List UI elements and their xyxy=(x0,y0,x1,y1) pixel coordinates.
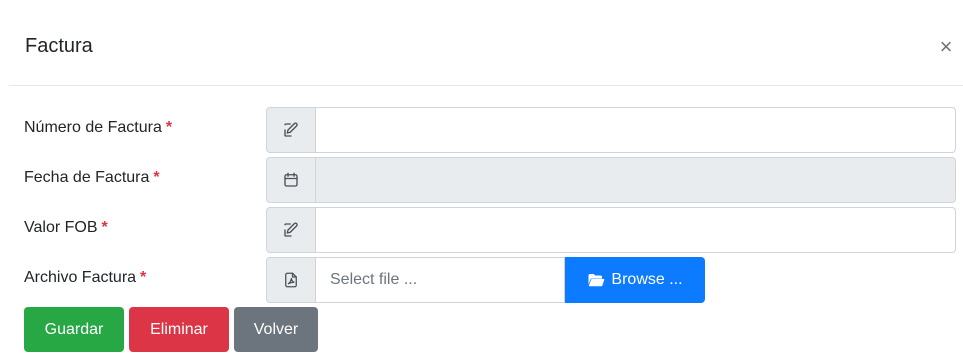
invoice-date-input[interactable] xyxy=(316,157,956,203)
required-marker: * xyxy=(101,219,108,236)
file-caption[interactable]: Select file ... xyxy=(316,257,565,303)
invoice-date-label: Fecha de Factura * xyxy=(24,169,160,186)
pdf-file-icon xyxy=(266,257,316,303)
edit-icon xyxy=(266,107,316,153)
calendar-icon xyxy=(266,157,316,203)
browse-label: Browse ... xyxy=(611,271,683,288)
invoice-number-label: Número de Factura * xyxy=(24,119,173,136)
required-marker: * xyxy=(140,269,147,286)
invoice-file-label: Archivo Factura * xyxy=(24,269,147,286)
form-row-invoice-date: Fecha de Factura * xyxy=(24,157,957,203)
fob-value-input[interactable] xyxy=(316,207,956,253)
edit-icon xyxy=(266,207,316,253)
folder-open-icon xyxy=(588,274,605,287)
required-marker: * xyxy=(165,119,173,136)
form-row-invoice-file: Archivo Factura * Select file ... Browse … xyxy=(24,257,957,303)
form-row-fob-value: Valor FOB * xyxy=(24,207,957,253)
back-button[interactable]: Volver xyxy=(234,307,318,352)
modal-title: Factura xyxy=(25,35,93,57)
fob-value-label: Valor FOB * xyxy=(24,219,108,236)
save-button[interactable]: Guardar xyxy=(24,307,124,352)
delete-button[interactable]: Eliminar xyxy=(129,307,229,352)
close-button[interactable]: × xyxy=(931,32,961,62)
modal-header: Factura × xyxy=(9,12,963,86)
form-row-invoice-number: Número de Factura * xyxy=(24,107,957,153)
browse-button[interactable]: Browse ... xyxy=(565,257,705,303)
invoice-number-input[interactable] xyxy=(316,107,956,153)
required-marker: * xyxy=(153,169,160,186)
